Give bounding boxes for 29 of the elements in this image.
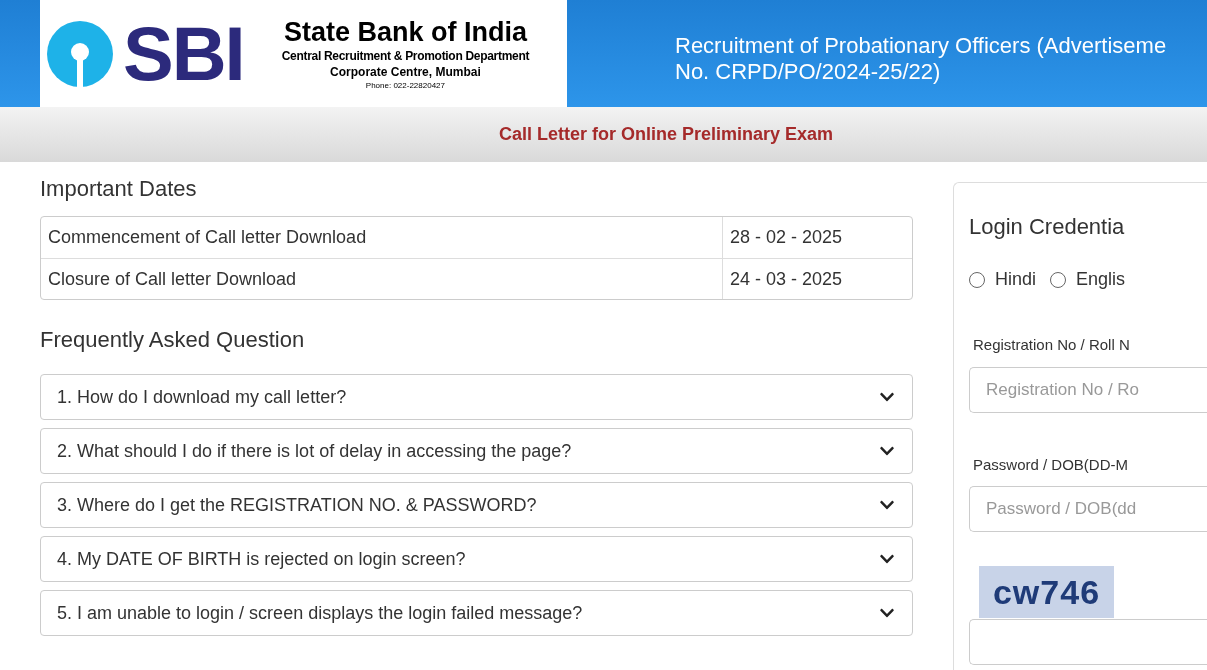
- field-label: Registration No / Roll N: [972, 335, 1131, 355]
- bank-name: State Bank of India: [283, 15, 527, 48]
- section-heading: Important Dates: [40, 175, 198, 203]
- call-letter-title: Call Letter for Online Preliminary Exam: [499, 123, 834, 146]
- language-radio[interactable]: Hindi: [969, 266, 1037, 293]
- recruitment-title: No. CRPD/PO/2024-25/22): [675, 59, 942, 85]
- input-field[interactable]: Password / DOB(dd: [969, 486, 1207, 532]
- phone-text: Phone: 022-22820427: [365, 79, 445, 92]
- table-cell: Closure of Call letter Download: [41, 259, 723, 299]
- table-cell: Commencement of Call letter Download: [41, 217, 723, 258]
- department-text: Central Recruitment & Promotion Department: [281, 47, 530, 64]
- faq-item[interactable]: 1. How do I download my call letter?: [40, 374, 913, 420]
- language-radio[interactable]: Englis: [1050, 266, 1126, 293]
- section-heading: Frequently Asked Question: [40, 326, 306, 354]
- faq-item[interactable]: 2. What should I do if there is lot of delay in accessing the page?: [40, 428, 913, 474]
- recruitment-title: Recruitment of Probationary Officers (Advertiseme: [675, 33, 1167, 59]
- faq-item[interactable]: 5. I am unable to login / screen displays the login failed message?: [40, 590, 913, 636]
- faq-item[interactable]: 4. My DATE OF BIRTH is rejected on login screen?: [40, 536, 913, 582]
- captcha-image: cw746: [979, 566, 1114, 618]
- table-cell-text: 24 - 03 - 2025: [729, 267, 843, 291]
- keyhole-logo-icon: [47, 20, 113, 87]
- office-text: Corporate Centre, Mumbai: [330, 63, 481, 80]
- faq-item[interactable]: 3. Where do I get the REGISTRATION NO. & PASSWORD?: [40, 482, 913, 528]
- captcha-input[interactable]: [969, 619, 1207, 665]
- field-label: Password / DOB(DD-M: [972, 454, 1130, 475]
- logo-wordmark: SBI: [123, 15, 244, 92]
- login-heading: Login Credentia: [969, 213, 1126, 241]
- table-cell-text: 28 - 02 - 2025: [729, 226, 843, 249]
- input-field[interactable]: Registration No / Ro: [969, 366, 1207, 413]
